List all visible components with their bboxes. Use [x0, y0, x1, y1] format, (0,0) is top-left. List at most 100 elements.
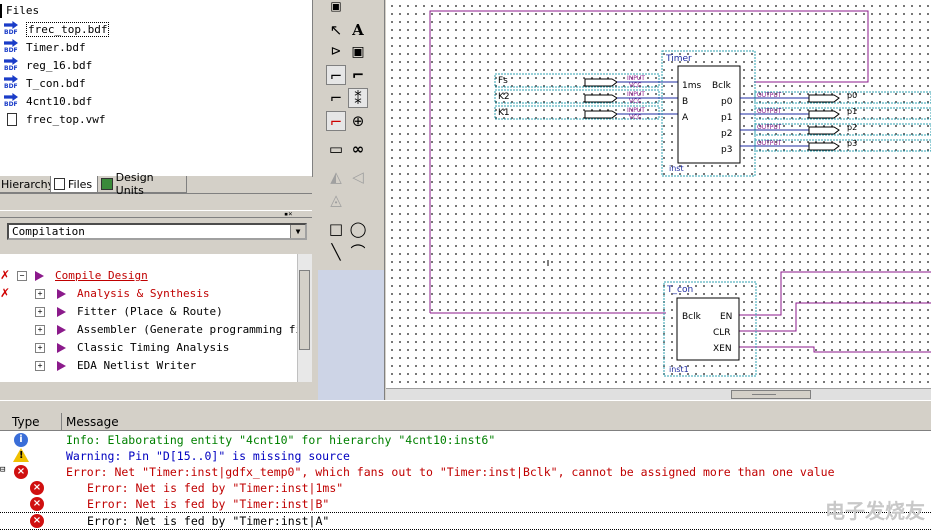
rubberbanding-icon[interactable]: ⁑ [348, 88, 368, 108]
tab-hierarchy[interactable]: Hierarchy [0, 176, 55, 193]
toolbar-empty-area [318, 270, 384, 400]
text-tool-icon[interactable]: A [348, 20, 368, 40]
tcon-pin-bclk: Bclk [682, 312, 702, 322]
messages-header: Type Message [0, 413, 931, 431]
input-pin-label: Fs [498, 76, 508, 86]
task-row-fitter[interactable]: + Fitter (Place & Route) [0, 303, 297, 321]
vcc-tag: VCC [629, 98, 641, 105]
output-pin-shape [808, 142, 840, 151]
panel-grip[interactable]: ▪× [0, 210, 312, 218]
task-row-assembler[interactable]: + Assembler (Generate programming files) [0, 321, 297, 339]
save-icon[interactable]: ▣ [326, 0, 346, 16]
task-row-analysis-synthesis[interactable]: ✗ + Analysis & Synthesis [0, 285, 297, 303]
tcon-pin-clr: CLR [713, 328, 731, 338]
file-item-reg16-bdf[interactable]: BDF reg_16.bdf [4, 56, 92, 74]
task-label: Fitter (Place & Route) [77, 305, 223, 318]
scroll-thumb[interactable] [299, 270, 310, 350]
file-item-tcon-bdf[interactable]: BDF T_con.bdf [4, 74, 86, 92]
feedback-wire [429, 10, 869, 313]
en-wire [739, 271, 931, 316]
tasks-scrollbar[interactable] [297, 254, 312, 382]
col-type-header[interactable]: Type [12, 415, 40, 429]
message-row-error-sub-selected[interactable]: × Error: Net is fed by "Timer:inst|A" [0, 512, 931, 530]
flow-select[interactable]: Compilation ▼ [7, 223, 307, 240]
expand-icon[interactable]: + [35, 343, 45, 353]
flip-vertical-icon[interactable]: ◁ [348, 167, 368, 187]
navigator-tabs: Hierarchy Files Design Units [0, 171, 312, 197]
message-text: Error: Net is fed by "Timer:inst|1ms" [87, 481, 344, 495]
file-item-frec-top-bdf[interactable]: BDF frec_top.bdf [4, 20, 110, 38]
task-row-eda-netlist[interactable]: + EDA Netlist Writer [0, 357, 297, 375]
error-x-icon: ✗ [0, 268, 11, 282]
line-tool-icon[interactable]: ╲ [326, 242, 346, 262]
symbol-tool-icon[interactable]: ⊳ [326, 42, 346, 62]
block-tool-icon[interactable]: ▣ [348, 42, 368, 62]
message-row-error-sub[interactable]: × Error: Net is fed by "Timer:inst|B" [0, 496, 931, 512]
task-row-timing-analysis[interactable]: + Classic Timing Analysis [0, 339, 297, 357]
messages-splitter[interactable] [0, 400, 931, 413]
input-pin-label: K2 [498, 92, 510, 102]
message-row-error[interactable]: ⊟ × Error: Net "Timer:inst|gdfx_temp0", … [0, 464, 931, 480]
output-pin-shape [808, 94, 840, 103]
message-row-info[interactable]: i Info: Elaborating entity "4cnt10" for … [0, 432, 931, 448]
tcon-pin-en: EN [720, 312, 732, 322]
play-icon [35, 271, 44, 281]
flip-horizontal-icon[interactable]: ◭ [326, 167, 346, 187]
orthogonal-node-tool-icon[interactable]: ⌐ [326, 65, 346, 85]
output-tag: OUTPUT [757, 140, 782, 147]
timer-pin-p1: p1 [721, 113, 732, 123]
input-pin-label: K1 [498, 108, 510, 118]
play-icon [57, 361, 66, 371]
timer-pin-p0: p0 [721, 97, 733, 107]
find-binoculars-icon[interactable]: ∞ [348, 139, 368, 159]
file-item-timer-bdf[interactable]: BDF Timer.bdf [4, 38, 86, 56]
file-item-frec-top-vwf[interactable]: frec_top.vwf [4, 110, 105, 128]
panel-close-icon[interactable]: ▪× [284, 210, 292, 218]
partial-line-selection-icon[interactable]: ⌐ [326, 111, 346, 131]
tab-label: Files [68, 177, 93, 191]
play-icon [57, 325, 66, 335]
task-label: Assembler (Generate programming files) [77, 323, 297, 336]
file-item-4cnt10-bdf[interactable]: BDF 4cnt10.bdf [4, 92, 92, 110]
tcon-pin-xen: XEN [713, 344, 732, 354]
collapse-icon[interactable]: ⊟ [0, 465, 5, 475]
play-icon [57, 343, 66, 353]
full-screen-icon[interactable]: ▭ [326, 139, 346, 159]
expand-icon[interactable]: + [35, 307, 45, 317]
expand-icon[interactable]: + [35, 361, 45, 371]
message-row-warning[interactable]: ! Warning: Pin "D[15..0]" is missing sou… [0, 448, 931, 464]
output-pin-label: p1 [847, 107, 857, 116]
input-tag: INPUT [627, 91, 645, 98]
vcc-tag: VCC [629, 114, 641, 121]
input-pin-shape [584, 110, 618, 119]
error-icon: × [14, 465, 28, 479]
files-panel: Files BDF frec_top.bdf BDF Timer.bdf BDF… [0, 0, 313, 177]
tab-files[interactable]: Files [50, 176, 100, 193]
oval-tool-icon[interactable]: ◯ [348, 219, 368, 239]
scroll-thumb[interactable] [731, 390, 811, 399]
conduit-tool-icon[interactable]: ⌐ [326, 88, 346, 108]
schematic-canvas[interactable]: Fs K2 K1 INPUT VCC INPUT VCC INPUT VCC T… [386, 0, 931, 388]
timer-pin-p3: p3 [721, 145, 732, 155]
rectangle-tool-icon[interactable]: □ [326, 219, 346, 239]
rotate-icon[interactable]: ◬ [326, 190, 346, 210]
col-message-header[interactable]: Message [66, 415, 119, 429]
expand-icon[interactable]: + [35, 325, 45, 335]
expand-icon[interactable]: + [35, 289, 45, 299]
selection-tool-icon[interactable]: ↖ [326, 20, 346, 40]
task-label: Analysis & Synthesis [77, 287, 210, 300]
collapse-icon[interactable]: − [17, 271, 27, 281]
task-label: Compile Design [55, 269, 148, 282]
message-row-error-sub[interactable]: × Error: Net is fed by "Timer:inst|1ms" [0, 480, 931, 496]
message-text: Warning: Pin "D[15..0]" is missing sourc… [66, 449, 350, 463]
zoom-tool-icon[interactable]: ⊕ [348, 111, 368, 131]
orthogonal-bus-tool-icon[interactable]: ⌐ [348, 65, 368, 85]
task-label: EDA Netlist Writer [77, 359, 197, 372]
tab-label: Hierarchy [1, 177, 55, 191]
arc-tool-icon[interactable]: ⌒ [348, 242, 368, 262]
task-row-compile-design[interactable]: ✗ − Compile Design [0, 267, 297, 285]
tcon-title: T_con [666, 285, 693, 295]
output-pin-label: p2 [847, 123, 857, 132]
tab-design-units[interactable]: Design Units [97, 171, 187, 197]
chevron-down-icon[interactable]: ▼ [290, 225, 305, 238]
